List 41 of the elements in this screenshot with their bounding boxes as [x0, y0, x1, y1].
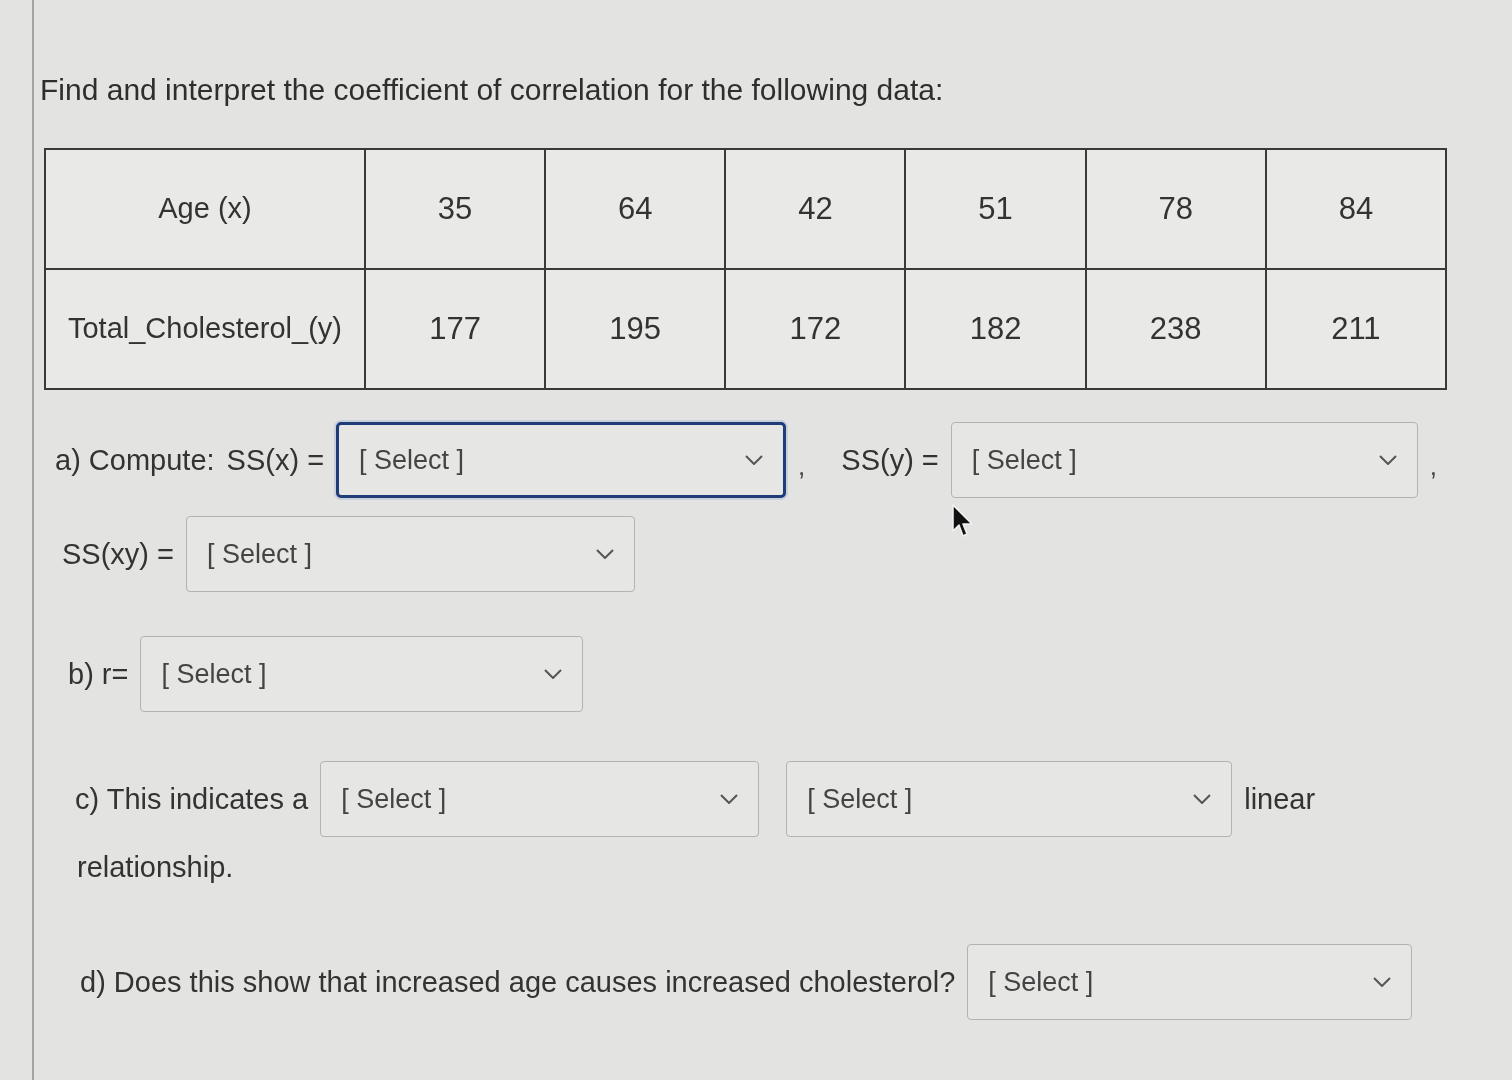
chevron-down-icon: [596, 549, 614, 559]
dropdown-select[interactable]: [ Select ]: [967, 944, 1413, 1020]
comma: ,: [798, 450, 806, 483]
dropdown-select[interactable]: [ Select ]: [140, 636, 584, 712]
comma: ,: [1429, 450, 1438, 483]
dropdown-select[interactable]: [ Select ]: [186, 516, 635, 592]
chevron-down-icon: [1378, 455, 1397, 465]
table-cell: 64: [545, 149, 726, 269]
chevron-down-icon: [720, 794, 739, 804]
chevron-down-icon: [1193, 794, 1212, 804]
chevron-down-icon: [745, 455, 764, 465]
table-cell: 238: [1085, 269, 1266, 389]
question-text: linear: [1244, 782, 1316, 817]
table-cell: 211: [1265, 269, 1446, 389]
question-text: d) Does this show that increased age causes increased cholesterol?: [80, 965, 956, 1000]
table-cell: 195: [545, 269, 726, 389]
question-text: relationship.: [77, 850, 234, 885]
dropdown-select[interactable]: [ Select ]: [950, 422, 1418, 498]
table-cell: 51: [905, 149, 1086, 269]
table-cell: 35: [365, 149, 546, 269]
table-cell: 84: [1265, 149, 1446, 269]
question-text: a) Compute:: [55, 443, 215, 478]
question-text: SS(x) =: [226, 443, 325, 478]
question-text: c) This indicates a: [75, 782, 309, 817]
table-cell: 177: [365, 269, 546, 389]
row-header: Total_Cholesterol_(y): [45, 269, 365, 389]
question-text: SS(y) =: [841, 443, 939, 478]
row-header: Age (x): [45, 149, 365, 269]
table-cell: 172: [725, 269, 906, 389]
dropdown-select[interactable]: [ Select ]: [320, 761, 760, 837]
chevron-down-icon: [1373, 977, 1392, 987]
table-cell: 78: [1085, 149, 1266, 269]
table-cell: 182: [905, 269, 1086, 389]
cursor-icon: [952, 504, 974, 538]
dropdown-select[interactable]: [ Select ]: [786, 761, 1233, 837]
chevron-down-icon: [544, 669, 563, 679]
dropdown-select[interactable]: [ Select ]: [336, 422, 787, 498]
table-cell: 42: [725, 149, 906, 269]
question-title: Find and interpret the coefficient of correlation for the following data:: [40, 72, 944, 108]
question-text: SS(xy) =: [62, 537, 174, 572]
question-text: b) r=: [68, 657, 129, 692]
